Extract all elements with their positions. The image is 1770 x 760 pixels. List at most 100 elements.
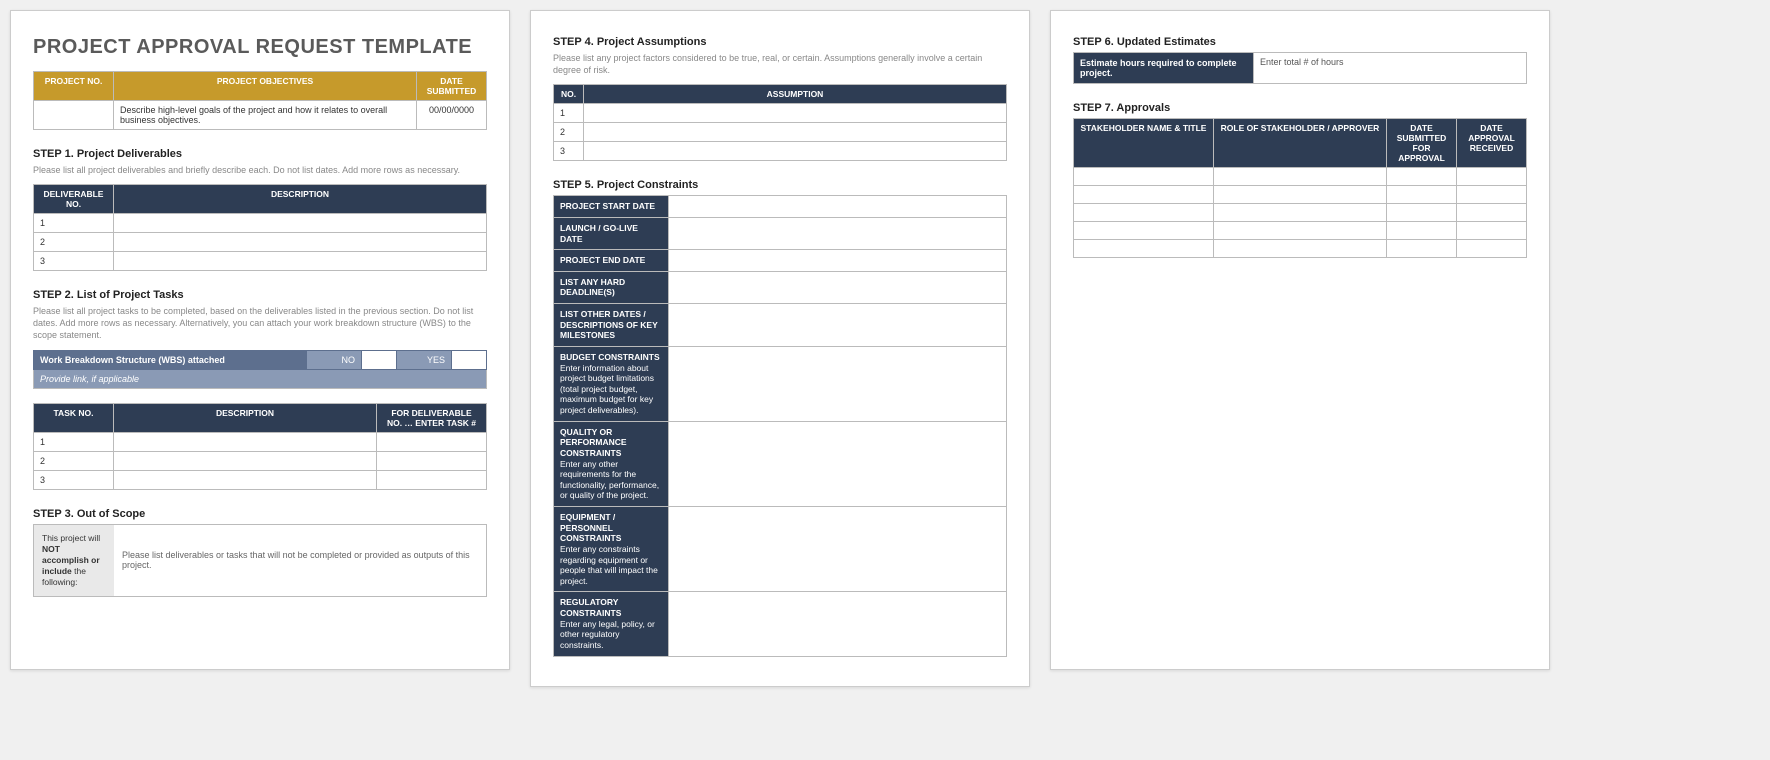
wbs-link-field[interactable]: Provide link, if applicable: [34, 369, 487, 388]
assumptions-table: NO. ASSUMPTION 1 2 3: [553, 84, 1007, 161]
approval-cell[interactable]: [1213, 222, 1386, 240]
constraint-label: LAUNCH / GO-LIVE DATE: [554, 217, 669, 249]
step2-title: STEP 2. List of Project Tasks: [33, 289, 487, 301]
constraint-value[interactable]: [669, 250, 1007, 272]
step4-title: STEP 4. Project Assumptions: [553, 36, 1007, 48]
wbs-table: Work Breakdown Structure (WBS) attached …: [33, 350, 487, 389]
step5-title: STEP 5. Project Constraints: [553, 179, 1007, 191]
appr-col-role: ROLE OF STAKEHOLDER / APPROVER: [1213, 119, 1386, 168]
constraint-value[interactable]: [669, 271, 1007, 303]
approval-cell[interactable]: [1074, 204, 1214, 222]
constraint-value[interactable]: [669, 217, 1007, 249]
approval-cell[interactable]: [1457, 168, 1527, 186]
approval-cell[interactable]: [1387, 222, 1457, 240]
table-row: 3: [34, 252, 487, 271]
approval-cell[interactable]: [1387, 240, 1457, 258]
step2-desc: Please list all project tasks to be comp…: [33, 305, 487, 341]
appr-col-submitted: DATE SUBMITTED FOR APPROVAL: [1387, 119, 1457, 168]
wbs-no-checkbox[interactable]: [362, 350, 397, 369]
header-col-project-no: PROJECT NO.: [34, 72, 114, 101]
assump-col-no: NO.: [554, 85, 584, 104]
assump-no[interactable]: 2: [554, 123, 584, 142]
constraint-label: QUALITY OR PERFORMANCE CONSTRAINTSEnter …: [554, 421, 669, 506]
constraints-table: PROJECT START DATELAUNCH / GO-LIVE DATEP…: [553, 195, 1007, 656]
estimates-table: Estimate hours required to complete proj…: [1073, 52, 1527, 84]
constraint-label: LIST ANY HARD DEADLINE(S): [554, 271, 669, 303]
deliv-no[interactable]: 2: [34, 233, 114, 252]
wbs-no-label: NO: [307, 350, 362, 369]
objectives-cell[interactable]: Describe high-level goals of the project…: [114, 101, 417, 130]
approval-cell[interactable]: [1213, 168, 1386, 186]
task-no[interactable]: 3: [34, 470, 114, 489]
assump-no[interactable]: 3: [554, 142, 584, 161]
constraint-value[interactable]: [669, 196, 1007, 218]
approval-cell[interactable]: [1457, 222, 1527, 240]
approval-cell[interactable]: [1387, 186, 1457, 204]
task-no[interactable]: 1: [34, 432, 114, 451]
constraint-value[interactable]: [669, 304, 1007, 347]
approval-cell[interactable]: [1074, 222, 1214, 240]
approval-cell[interactable]: [1074, 240, 1214, 258]
constraint-label: PROJECT START DATE: [554, 196, 669, 218]
constraint-row: PROJECT END DATE: [554, 250, 1007, 272]
deliv-no[interactable]: 1: [34, 214, 114, 233]
constraint-row: LIST OTHER DATES / DESCRIPTIONS OF KEY M…: [554, 304, 1007, 347]
deliv-desc[interactable]: [114, 252, 487, 271]
deliv-desc[interactable]: [114, 214, 487, 233]
deliv-no[interactable]: 3: [34, 252, 114, 271]
table-row: 3: [554, 142, 1007, 161]
constraint-row: QUALITY OR PERFORMANCE CONSTRAINTSEnter …: [554, 421, 1007, 506]
table-row: 1: [554, 104, 1007, 123]
step1-title: STEP 1. Project Deliverables: [33, 148, 487, 160]
step3-title: STEP 3. Out of Scope: [33, 508, 487, 520]
deliv-desc[interactable]: [114, 233, 487, 252]
wbs-yes-checkbox[interactable]: [452, 350, 487, 369]
constraint-value[interactable]: [669, 346, 1007, 421]
table-row: [1074, 168, 1527, 186]
estimate-hours-field[interactable]: Enter total # of hours: [1254, 53, 1527, 84]
tasks-table: TASK NO. DESCRIPTION FOR DELIVERABLE NO.…: [33, 403, 487, 490]
step6-title: STEP 6. Updated Estimates: [1073, 36, 1527, 48]
table-row: 2: [554, 123, 1007, 142]
step7-title: STEP 7. Approvals: [1073, 102, 1527, 114]
approval-cell[interactable]: [1457, 186, 1527, 204]
approval-cell[interactable]: [1387, 168, 1457, 186]
deliv-col-desc: DESCRIPTION: [114, 185, 487, 214]
constraint-value[interactable]: [669, 507, 1007, 592]
scope-left-label: This project will NOT accomplish or incl…: [34, 525, 114, 596]
approval-cell[interactable]: [1074, 186, 1214, 204]
table-row: [1074, 204, 1527, 222]
scope-right-field[interactable]: Please list deliverables or tasks that w…: [114, 525, 486, 596]
date-submitted-cell[interactable]: 00/00/0000: [417, 101, 487, 130]
table-row: 2: [34, 233, 487, 252]
header-table: PROJECT NO. PROJECT OBJECTIVES DATE SUBM…: [33, 71, 487, 130]
constraint-value[interactable]: [669, 592, 1007, 656]
deliverables-table: DELIVERABLE NO. DESCRIPTION 1 2 3: [33, 184, 487, 271]
header-col-date: DATE SUBMITTED: [417, 72, 487, 101]
appr-col-name: STAKEHOLDER NAME & TITLE: [1074, 119, 1214, 168]
constraint-label: LIST OTHER DATES / DESCRIPTIONS OF KEY M…: [554, 304, 669, 347]
table-row: 1: [34, 214, 487, 233]
approval-cell[interactable]: [1457, 240, 1527, 258]
approval-cell[interactable]: [1213, 204, 1386, 222]
assump-no[interactable]: 1: [554, 104, 584, 123]
approval-cell[interactable]: [1213, 240, 1386, 258]
estimate-label: Estimate hours required to complete proj…: [1074, 53, 1254, 84]
constraint-row: BUDGET CONSTRAINTSEnter information abou…: [554, 346, 1007, 421]
approval-cell[interactable]: [1213, 186, 1386, 204]
page-3: STEP 6. Updated Estimates Estimate hours…: [1050, 10, 1550, 670]
constraint-label: PROJECT END DATE: [554, 250, 669, 272]
table-row: 1: [34, 432, 487, 451]
constraint-label: REGULATORY CONSTRAINTSEnter any legal, p…: [554, 592, 669, 656]
project-no-cell[interactable]: [34, 101, 114, 130]
constraint-value[interactable]: [669, 421, 1007, 506]
approval-cell[interactable]: [1457, 204, 1527, 222]
approval-cell[interactable]: [1074, 168, 1214, 186]
approval-cell[interactable]: [1387, 204, 1457, 222]
table-row: 2: [34, 451, 487, 470]
table-row: 3: [34, 470, 487, 489]
table-row: [1074, 222, 1527, 240]
constraint-label: BUDGET CONSTRAINTSEnter information abou…: [554, 346, 669, 421]
task-no[interactable]: 2: [34, 451, 114, 470]
constraint-label: EQUIPMENT / PERSONNEL CONSTRAINTSEnter a…: [554, 507, 669, 592]
